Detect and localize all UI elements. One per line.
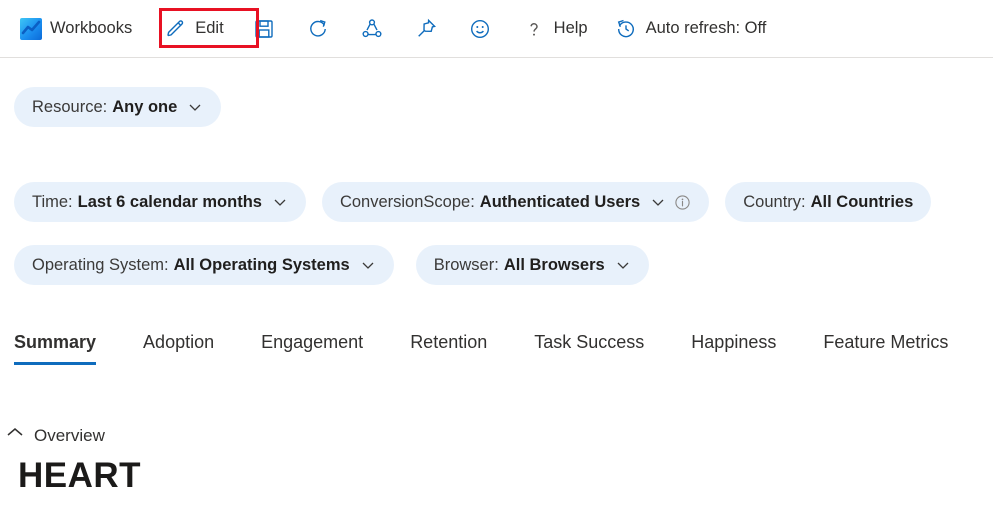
pin-button[interactable] [408, 11, 444, 47]
refresh-button[interactable] [300, 11, 336, 47]
tab-adoption[interactable]: Adoption [143, 332, 214, 365]
help-label: Help [554, 19, 588, 38]
filter-pill-browser[interactable]: Browser: All Browsers [416, 245, 649, 285]
filter-pill-country[interactable]: Country: All Countries [725, 182, 931, 222]
tab-label: Summary [14, 332, 96, 352]
filter-label: Operating System: [32, 256, 169, 275]
tab-label: Happiness [691, 332, 776, 352]
tab-engagement[interactable]: Engagement [261, 332, 363, 365]
feedback-button[interactable] [462, 11, 498, 47]
edit-button-label: Edit [195, 19, 223, 38]
filter-pill-resource[interactable]: Resource: Any one [14, 87, 221, 127]
filter-value: Any one [112, 98, 177, 117]
tab-bar: Summary Adoption Engagement Retention Ta… [14, 332, 993, 365]
filter-value: All Browsers [504, 256, 605, 275]
chevron-up-icon [4, 422, 26, 449]
filter-label: Country: [743, 193, 805, 212]
save-button[interactable] [246, 11, 282, 47]
workbooks-app-label: Workbooks [50, 19, 132, 38]
tab-retention[interactable]: Retention [410, 332, 487, 365]
toolbar: Workbooks Edit [0, 0, 993, 57]
info-icon[interactable] [674, 194, 691, 211]
chevron-down-icon [650, 194, 666, 210]
question-mark-icon [522, 17, 546, 41]
smiley-icon [468, 17, 492, 41]
filter-value: All Operating Systems [174, 256, 350, 275]
workbooks-chart-icon [20, 18, 42, 40]
pin-icon [414, 17, 438, 41]
edit-button[interactable]: Edit [149, 11, 237, 47]
filter-label: Browser: [434, 256, 499, 275]
tab-summary[interactable]: Summary [14, 332, 96, 365]
filter-label: Time: [32, 193, 73, 212]
tab-label: Feature Metrics [823, 332, 948, 352]
page-title: HEART [18, 456, 141, 496]
filter-value: All Countries [811, 193, 914, 212]
chevron-down-icon [187, 99, 203, 115]
toolbar-divider [0, 57, 993, 58]
filter-pill-conversionscope[interactable]: ConversionScope: Authenticated Users [322, 182, 709, 222]
filter-value: Last 6 calendar months [78, 193, 262, 212]
tab-happiness[interactable]: Happiness [691, 332, 776, 365]
filter-row-resource: Resource: Any one [14, 87, 221, 127]
overview-section-toggle[interactable]: Overview [4, 422, 105, 449]
chevron-down-icon [272, 194, 288, 210]
auto-refresh-label: Auto refresh: Off [646, 19, 767, 38]
filter-value: Authenticated Users [480, 193, 640, 212]
share-nodes-icon [360, 17, 384, 41]
clock-history-icon [614, 17, 638, 41]
tab-label: Task Success [534, 332, 644, 352]
filter-label: Resource: [32, 98, 107, 117]
filter-pill-operating-system[interactable]: Operating System: All Operating Systems [14, 245, 394, 285]
chevron-down-icon [360, 257, 376, 273]
workbooks-app-button[interactable]: Workbooks [14, 11, 138, 47]
tab-task-success[interactable]: Task Success [534, 332, 644, 365]
tab-label: Engagement [261, 332, 363, 352]
tab-label: Adoption [143, 332, 214, 352]
refresh-icon [306, 17, 330, 41]
share-button[interactable] [354, 11, 390, 47]
filter-pill-time[interactable]: Time: Last 6 calendar months [14, 182, 306, 222]
save-floppy-icon [252, 17, 276, 41]
help-button[interactable]: Help [516, 11, 594, 47]
filter-row-os-browser: Operating System: All Operating Systems … [14, 245, 649, 285]
auto-refresh-button[interactable]: Auto refresh: Off [608, 11, 773, 47]
chevron-down-icon [615, 257, 631, 273]
tab-label: Retention [410, 332, 487, 352]
filter-label: ConversionScope: [340, 193, 475, 212]
filter-row-time-scope-country: Time: Last 6 calendar months ConversionS… [14, 182, 931, 222]
tab-feature-metrics[interactable]: Feature Metrics [823, 332, 948, 365]
overview-section-label: Overview [34, 426, 105, 446]
tab-active-underline [14, 362, 96, 365]
pencil-icon [163, 17, 187, 41]
